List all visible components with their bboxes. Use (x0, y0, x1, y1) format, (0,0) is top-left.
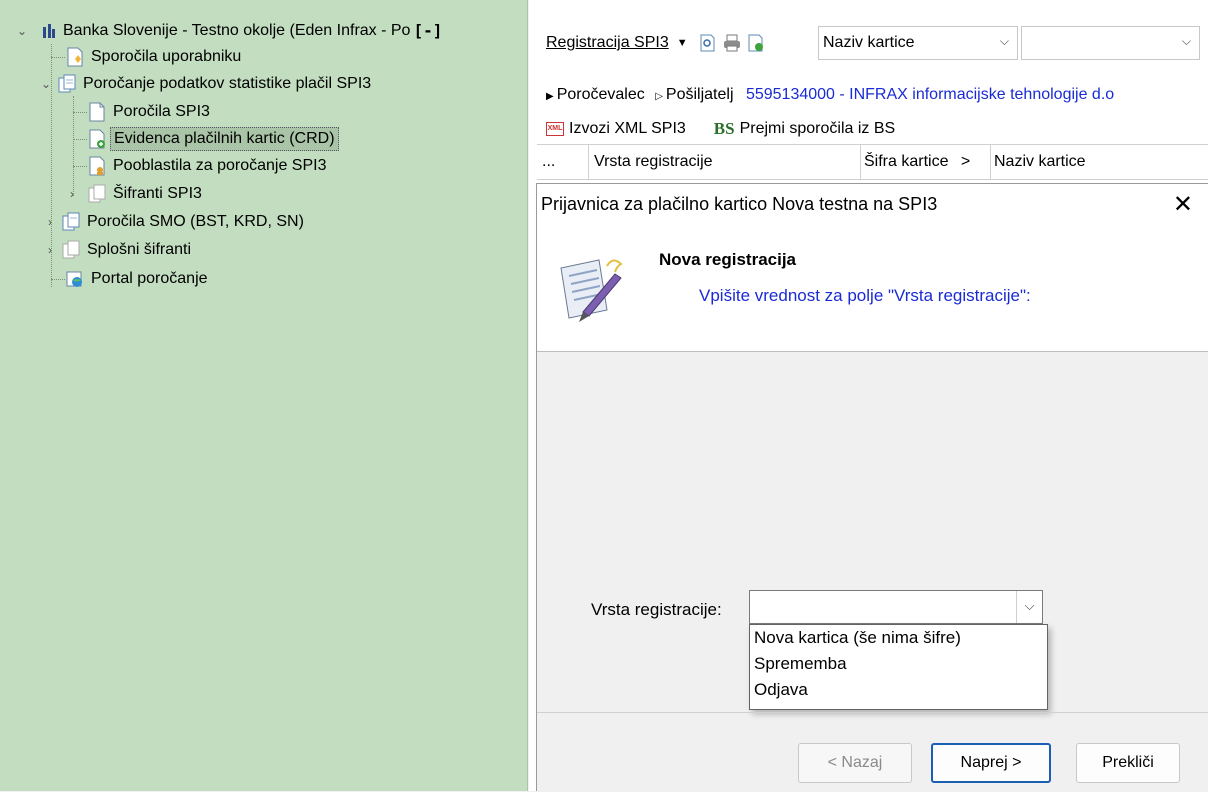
folder-pages-grey-icon (88, 184, 106, 204)
tree-item-label: Evidenca plačilnih kartic (CRD) (110, 127, 339, 151)
tree-guide-line (73, 112, 87, 113)
next-button[interactable]: Naprej > (931, 743, 1051, 783)
wizard-notepad-icon (557, 254, 627, 328)
field-select[interactable]: Naziv kartice ⌵ (818, 26, 1018, 60)
collapse-all-button[interactable]: [-] (413, 18, 442, 44)
column-card-code[interactable]: Šifra kartice > (861, 145, 991, 179)
tree-item-label: Poročanje podatkov statistike plačil SPI… (83, 75, 372, 92)
tree-item-card-registry[interactable]: Evidenca plačilnih kartic (CRD) (88, 126, 339, 152)
wizard-heading: Nova registracija (659, 250, 797, 269)
message-page-icon (66, 47, 84, 67)
play-triangle-outline-icon: ▷ (655, 91, 663, 102)
registration-menu[interactable]: Registracija SPI3 (546, 34, 669, 52)
close-icon[interactable]: ✕ (1173, 190, 1193, 220)
tree-item-general-codebooks[interactable]: › Splošni šifranti (44, 237, 194, 263)
expand-chevron-icon[interactable]: › (66, 181, 78, 207)
column-card-code-label: Šifra kartice (864, 153, 949, 170)
column-menu[interactable]: ... (537, 145, 589, 179)
tree-item-label: Portal poročanje (91, 270, 208, 287)
chevron-down-icon[interactable]: ⌵ (1016, 591, 1042, 623)
tree-root-label: Banka Slovenije - Testno okolje (Eden In… (63, 22, 411, 39)
column-registration-type[interactable]: Vrsta registracije (589, 145, 861, 179)
preview-icon[interactable] (698, 33, 718, 53)
wizard-footer: < Nazaj Naprej > Prekliči (537, 712, 1208, 792)
tree-item-authorizations[interactable]: Pooblastila za poročanje SPI3 (88, 153, 329, 179)
wizard-header: Nova registracija Vpišite vrednost za po… (537, 228, 1208, 352)
dialog-titlebar: Prijavnica za plačilno kartico Nova test… (537, 184, 1208, 228)
option-cancel-registration[interactable]: Odjava (750, 677, 1047, 703)
tree-guide-line (51, 279, 65, 280)
export-xml-button[interactable]: Izvozi XML SPI3 (569, 117, 686, 141)
column-card-name[interactable]: Naziv kartice (991, 145, 1208, 179)
export-icon[interactable] (746, 33, 766, 53)
folder-pages-grey-icon (62, 240, 80, 260)
chevron-down-icon: ⌵ (999, 34, 1009, 48)
folder-pages-icon (62, 212, 80, 232)
tree-item-spi3-codebooks[interactable]: › Šifranti SPI3 (66, 181, 205, 207)
dropdown-caret-icon[interactable]: ▼ (677, 37, 688, 49)
registration-type-select[interactable]: ⌵ (749, 590, 1043, 624)
tree-guide-line (73, 139, 87, 140)
tree-item-label: Šifranti SPI3 (113, 185, 202, 202)
registration-wizard-dialog: Prijavnica za plačilno kartico Nova test… (536, 183, 1208, 791)
page-add-icon (88, 129, 106, 149)
collapse-chevron-icon[interactable]: ⌄ (16, 18, 28, 44)
collapse-chevron-icon[interactable]: ⌄ (40, 71, 52, 97)
search-combo[interactable]: ⌵ (1021, 26, 1200, 60)
page-key-icon (88, 156, 106, 176)
breadcrumb: ▶ Poročevalec ▷ Pošiljatelj 5595134000 - I… (546, 82, 1114, 108)
grid-header: ... Vrsta registracije Šifra kartice > N… (537, 144, 1208, 180)
chevron-down-icon: ⌵ (1181, 34, 1191, 48)
action-bar: XML Izvozi XML SPI3 BS Prejmi sporočila … (546, 117, 895, 141)
option-change[interactable]: Sprememba (750, 651, 1047, 677)
cancel-button[interactable]: Prekliči (1076, 743, 1180, 783)
tree-item-portal[interactable]: Portal poročanje (66, 266, 211, 292)
print-icon[interactable] (722, 33, 742, 53)
tree-item-spi3-reports[interactable]: Poročila SPI3 (88, 99, 213, 125)
tree-root[interactable]: ⌄ Banka Slovenije - Testno okolje (Eden … (16, 18, 442, 44)
dialog-title: Prijavnica za plačilno kartico Nova test… (541, 194, 938, 214)
sort-arrow-icon: > (960, 153, 971, 170)
tree-guide-line (51, 57, 65, 58)
tree-item-label: Poročila SMO (BST, KRD, SN) (87, 213, 304, 230)
breadcrumb-reporter[interactable]: Poročevalec (557, 86, 645, 103)
tree-item-label: Poročila SPI3 (113, 103, 210, 120)
folder-pages-icon (58, 74, 76, 94)
play-triangle-icon: ▶ (546, 91, 554, 102)
expand-chevron-icon[interactable]: › (44, 209, 56, 235)
company-link[interactable]: 5595134000 - INFRAX informacijske tehnol… (746, 86, 1114, 103)
tree-item-spi3-reporting[interactable]: ⌄ Poročanje podatkov statistike plačil S… (41, 71, 374, 97)
bs-logo-icon: BS (713, 119, 735, 138)
breadcrumb-sender[interactable]: Pošiljatelj (666, 86, 734, 103)
expand-chevron-icon[interactable]: › (44, 237, 56, 263)
tree-item-messages[interactable]: Sporočila uporabniku (66, 44, 244, 70)
back-button[interactable]: < Nazaj (798, 743, 912, 783)
portal-globe-icon (66, 269, 84, 289)
registration-type-options: Nova kartica (še nima šifre) Sprememba O… (749, 624, 1048, 710)
xml-file-icon: XML (546, 122, 564, 136)
bank-logo-icon (42, 21, 56, 41)
tree-item-label: Sporočila uporabniku (91, 48, 242, 65)
tree-item-label: Splošni šifranti (87, 241, 192, 258)
navigation-tree: ⌄ Banka Slovenije - Testno okolje (Eden … (0, 0, 528, 791)
receive-messages-button[interactable]: Prejmi sporočila iz BS (740, 117, 896, 141)
option-new-card[interactable]: Nova kartica (še nima šifre) (750, 625, 1047, 651)
registration-type-label: Vrsta registracije: (591, 600, 722, 619)
tree-guide-line (73, 166, 87, 167)
tree-item-smo-reports[interactable]: › Poročila SMO (BST, KRD, SN) (44, 209, 307, 235)
tree-item-label: Pooblastila za poročanje SPI3 (113, 157, 327, 174)
field-select-value: Naziv kartice (823, 34, 915, 51)
page-icon (88, 102, 106, 122)
wizard-prompt: Vpišite vrednost za polje "Vrsta registr… (699, 286, 1031, 305)
